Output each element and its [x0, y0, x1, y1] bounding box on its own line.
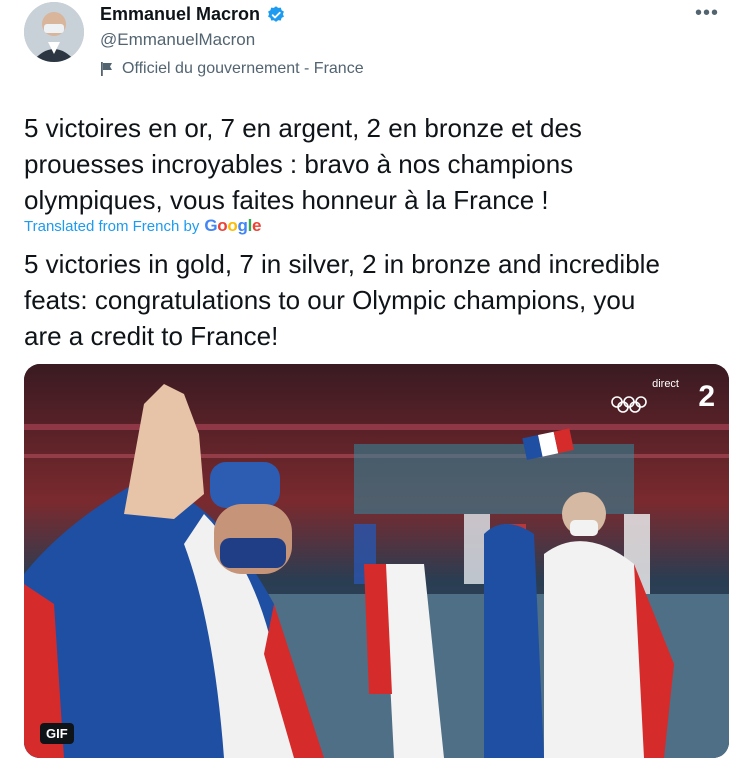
author-handle[interactable]: @EmmanuelMacron [100, 30, 255, 50]
government-label-text: Officiel du gouvernement - France [122, 60, 364, 77]
tweet-original-text: 5 victoires en or, 7 en argent, 2 en bro… [24, 113, 582, 215]
translated-by-text: Translated from French by [24, 217, 200, 235]
avatar[interactable] [24, 2, 84, 62]
tv-badge-direct: direct [652, 378, 679, 390]
tv-channel-number: 2 [698, 380, 715, 413]
google-logo: Google [204, 216, 262, 235]
translation-attribution: Translated from French by Google [24, 216, 261, 236]
verified-icon [268, 5, 284, 22]
government-label: Officiel du gouvernement - France [100, 60, 364, 78]
tweet-media-gif[interactable]: direct 2 GIF [24, 364, 729, 758]
tv-channel-badge: direct 2 [652, 378, 715, 414]
media-image [24, 364, 729, 758]
gif-badge: GIF [40, 723, 74, 744]
more-icon[interactable]: ••• [695, 2, 719, 25]
avatar-image [24, 2, 84, 62]
tweet-translated-text: 5 victories in gold, 7 in silver, 2 in b… [24, 249, 660, 351]
flag-icon [101, 62, 112, 76]
author-name[interactable]: Emmanuel Macron [100, 4, 260, 25]
